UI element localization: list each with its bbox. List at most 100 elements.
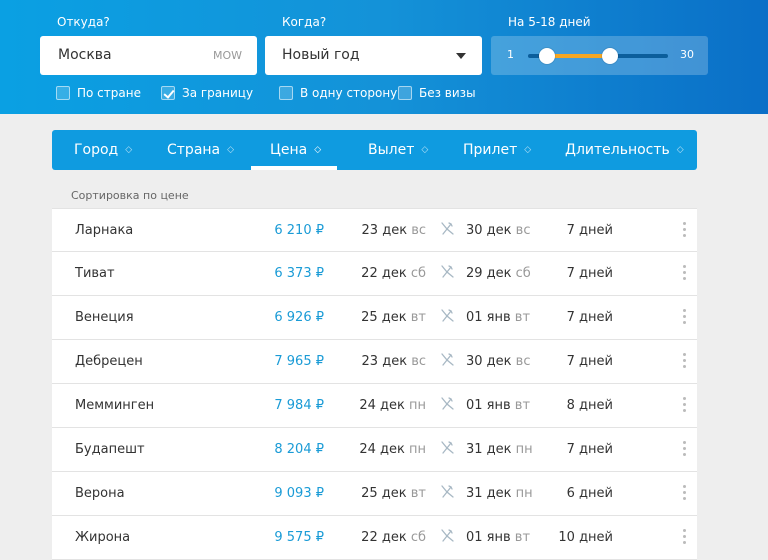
plane-icon <box>438 439 456 457</box>
arrival-day: 30 дек <box>466 354 512 369</box>
departure-day: 22 дек <box>361 266 407 281</box>
more-vertical-icon[interactable] <box>683 441 687 457</box>
filter-label: В одну сторону <box>300 86 398 100</box>
tab-country[interactable]: Страна ◇ <box>167 130 234 170</box>
arrival-weekday: вс <box>515 223 531 238</box>
from-label: Откуда? <box>57 15 110 29</box>
checkbox-checked[interactable] <box>161 86 175 100</box>
departure-weekday: пн <box>409 398 426 413</box>
tab-label: Город <box>74 142 119 158</box>
table-row[interactable]: Мемминген 7 984 ₽ 24 дек пн 01 янв вт 8 дней <box>52 384 697 428</box>
price: 7 984 ₽ <box>274 398 324 413</box>
more-vertical-icon[interactable] <box>683 222 687 238</box>
more-vertical-icon[interactable] <box>683 265 687 281</box>
departure-date: 23 дек вс <box>362 354 426 369</box>
price: 6 373 ₽ <box>274 266 324 281</box>
city-name: Тиват <box>75 266 115 281</box>
when-label: Когда? <box>282 15 327 29</box>
sort-arrows-icon: ◇ <box>227 144 235 155</box>
departure-date: 22 дек сб <box>361 266 426 281</box>
arrival-day: 30 дек <box>466 223 512 238</box>
range-thumb-low[interactable] <box>539 48 556 64</box>
table-row[interactable]: Верона 9 093 ₽ 25 дек вт 31 дек пн 6 дней <box>52 472 697 516</box>
arrival-date: 30 дек вс <box>466 354 530 369</box>
more-vertical-icon[interactable] <box>683 397 687 413</box>
filter-abroad[interactable]: За границу <box>161 86 253 100</box>
plane-icon <box>438 351 456 369</box>
tab-label: Прилет <box>463 142 518 158</box>
departure-date: 23 дек вс <box>362 223 426 238</box>
departure-weekday: сб <box>410 266 426 281</box>
table-row[interactable]: Дебрецен 7 965 ₽ 23 дек вс 30 дек вс 7 дней <box>52 340 697 384</box>
filter-by-country[interactable]: По стране <box>56 86 141 100</box>
arrival-day: 01 янв <box>466 530 511 545</box>
checkbox[interactable] <box>398 86 412 100</box>
plane-icon <box>438 263 456 281</box>
departure-weekday: вт <box>410 486 426 501</box>
filter-label: За границу <box>182 86 254 100</box>
plane-icon <box>438 483 456 501</box>
arrival-weekday: вт <box>514 310 531 325</box>
when-select[interactable]: Новый год <box>265 36 482 75</box>
duration: 10 дней <box>558 530 613 545</box>
days-range-slider[interactable]: 1 30 <box>491 36 708 75</box>
plane-icon <box>438 395 456 413</box>
table-row[interactable]: Жирона 9 575 ₽ 22 дек сб 01 янв вт 10 дней <box>52 516 697 560</box>
table-row[interactable]: Венеция 6 926 ₽25 дек вт 01 янв вт 7 дней <box>52 296 697 340</box>
from-code: MOW <box>212 49 242 62</box>
checkbox[interactable] <box>56 86 70 100</box>
more-vertical-icon[interactable] <box>683 353 687 369</box>
arrival-date: 31 дек пн <box>466 486 533 501</box>
arrival-day: 29 дек <box>466 266 512 281</box>
price: 6 210 ₽ <box>274 223 324 238</box>
departure-day: 23 дек <box>361 223 408 238</box>
city-name: Жирона <box>75 530 131 545</box>
sort-tabs: Город ◇ Страна ◇ Цена ◇ Вылет ◇ Прилет ◇ Длит… <box>52 130 697 170</box>
price: 7 965 ₽ <box>274 354 324 369</box>
range-thumb-high[interactable] <box>602 48 619 64</box>
when-value: Новый год <box>282 47 360 63</box>
departure-day: 24 дек <box>359 398 405 413</box>
arrival-weekday: сб <box>515 266 531 281</box>
tab-arrival[interactable]: Прилет ◇ <box>463 130 531 170</box>
tab-city[interactable]: Город ◇ <box>74 130 132 170</box>
days-min: 1 <box>507 48 514 61</box>
duration: 7 дней <box>566 223 613 238</box>
days-max: 30 <box>680 48 694 61</box>
arrival-date: 29 дек сб <box>466 266 531 281</box>
city-name: Венеция <box>75 310 134 325</box>
price: 8 204 ₽ <box>274 442 324 457</box>
tab-departure[interactable]: Вылет ◇ <box>368 130 428 170</box>
more-vertical-icon[interactable] <box>683 485 687 501</box>
filter-no-visa[interactable]: Без визы <box>398 86 476 100</box>
city-name: Ларнака <box>75 223 134 238</box>
arrival-day: 31 дек <box>466 486 512 501</box>
arrival-weekday: вт <box>514 398 531 413</box>
checkbox[interactable] <box>279 86 293 100</box>
table-row[interactable]: Будапешт 8 204 ₽24 дек пн 31 дек пн 7 дней <box>52 428 697 472</box>
more-vertical-icon[interactable] <box>683 309 687 325</box>
arrival-date: 01 янв вт <box>466 398 530 413</box>
departure-day: 22 дек <box>361 530 407 545</box>
tab-label: Вылет <box>368 142 415 158</box>
departure-weekday: вс <box>411 354 426 369</box>
sort-arrows-icon: ◇ <box>125 144 133 155</box>
more-vertical-icon[interactable] <box>683 529 687 545</box>
tab-duration[interactable]: Длительность ◇ <box>565 130 684 170</box>
active-tab-underline <box>251 166 337 170</box>
range-track[interactable] <box>528 48 668 64</box>
price: 9 093 ₽ <box>274 486 324 501</box>
filter-one-way[interactable]: В одну сторону <box>279 86 397 100</box>
city-name: Дебрецен <box>75 354 143 369</box>
city-name: Мемминген <box>75 398 155 413</box>
duration: 7 дней <box>566 354 613 369</box>
table-row[interactable]: Тиват 6 373 ₽22 дек сб 29 дек сб 7 дней <box>52 252 697 296</box>
tab-price[interactable]: Цена ◇ <box>270 130 321 170</box>
arrival-weekday: вт <box>514 530 531 545</box>
duration: 6 дней <box>566 486 613 501</box>
city-name: Верона <box>75 486 125 501</box>
arrival-day: 01 янв <box>466 310 511 325</box>
from-input[interactable]: Москва MOW <box>40 36 257 75</box>
table-row[interactable]: Ларнака 6 210 ₽ 23 дек вс 30 дек вс 7 дней <box>52 208 697 252</box>
city-name: Будапешт <box>75 442 145 457</box>
